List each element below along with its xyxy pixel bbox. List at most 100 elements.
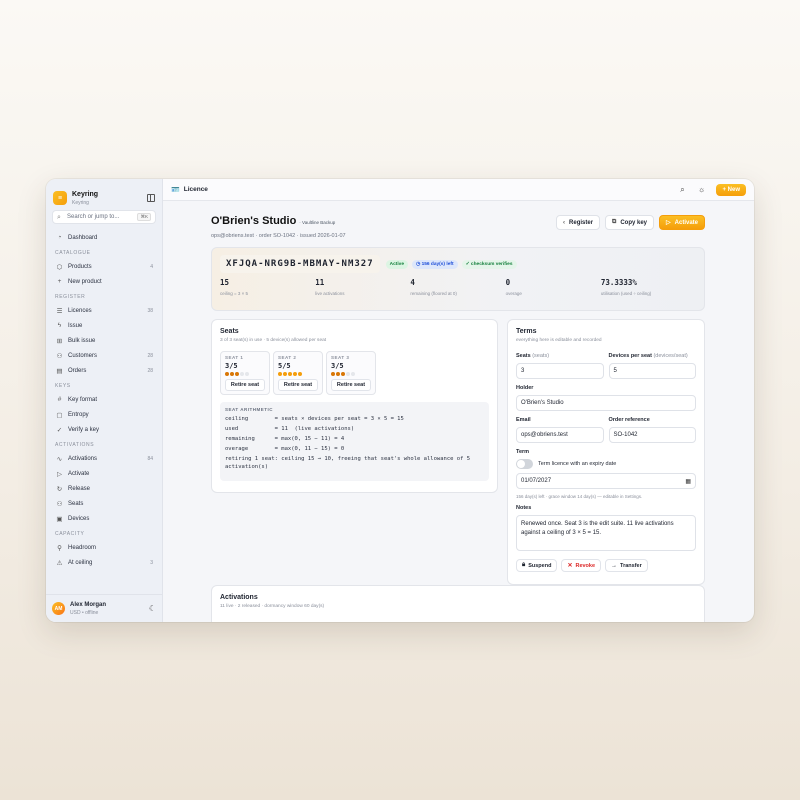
arith-line: activation(s): [225, 464, 269, 470]
user-profile[interactable]: AM Alex Morgan USD • offline ☾: [46, 594, 162, 622]
stat-value: 11: [315, 278, 325, 287]
term-toggle[interactable]: [516, 459, 533, 469]
sidebar-item-label: Release: [68, 485, 91, 492]
sidebar-item-orders[interactable]: ▤ Orders 28: [52, 363, 156, 378]
calendar-icon[interactable]: ▦: [685, 478, 691, 485]
seats-title: Seats: [220, 328, 239, 335]
stat: 15 ceiling = 3 × 5: [220, 278, 315, 296]
licence-key[interactable]: XFJQA-NRG9B-MBMAY-NM327: [220, 255, 380, 273]
page-subtitle: ops@obriens.test · order SO-1042 · issue…: [211, 233, 346, 239]
activations-card: Activations 11 live · 2 released · dorma…: [211, 585, 705, 622]
section-capacity: Capacity: [55, 531, 85, 537]
order-field[interactable]: SO-1042: [608, 427, 696, 443]
notes-field[interactable]: Renewed once. Seat 3 is the edit suite. …: [516, 515, 696, 551]
sidebar-item-dashboard[interactable]: ◔ Dashboard: [52, 230, 156, 245]
register-button[interactable]: ‹ Register: [556, 215, 601, 230]
search-icon[interactable]: ⌕: [675, 185, 689, 195]
arith-line: used = 11 (live activations): [225, 426, 355, 432]
stat-label: live activations: [315, 291, 345, 296]
usage-dot: [331, 372, 335, 376]
sidebar-item-label: Devices: [68, 515, 90, 522]
seat-usage-dots: [225, 372, 265, 376]
sidebar-item-headroom[interactable]: ⚲ Headroom: [52, 540, 156, 555]
sidebar-item-label: Key format: [68, 396, 98, 403]
sidebar-toggle-icon[interactable]: [147, 194, 155, 202]
section-register: Register: [55, 294, 86, 300]
theme-icon[interactable]: ☼: [694, 185, 708, 194]
section-keys: Keys: [55, 383, 71, 389]
usage-dot: [245, 372, 249, 376]
sidebar-item-products[interactable]: ⬡ Products 4: [52, 259, 156, 274]
retire-seat-button[interactable]: Retire seat: [225, 379, 265, 391]
sidebar-item-customers[interactable]: ⚇ Customers 28: [52, 348, 156, 363]
receipt-icon: ▤: [56, 367, 63, 375]
copy-key-button[interactable]: ⧉ Copy key: [605, 215, 655, 230]
sidebar-item-label: Entropy: [68, 411, 89, 418]
transfer-button[interactable]: → Transfer: [605, 559, 648, 572]
sidebar-item-activate[interactable]: ▷ Activate: [52, 466, 156, 481]
terms-title: Terms: [516, 328, 537, 335]
activate-button[interactable]: ▷ Activate: [659, 215, 705, 230]
cube-icon: ⬡: [56, 263, 63, 271]
sidebar-item-label: Licences: [68, 307, 92, 314]
list-icon: ☰: [56, 307, 63, 315]
holder-field[interactable]: O'Brien's Studio: [516, 395, 696, 411]
sidebar-item-seats[interactable]: ⚇ Seats: [52, 496, 156, 511]
stat-value: 4: [410, 278, 415, 287]
page-title: O'Brien's Studio · Vaultline Backup: [211, 215, 336, 227]
search-input[interactable]: ⌕ Search or jump to... ⌘K: [52, 210, 156, 224]
seat-label: SEAT 1: [225, 355, 244, 360]
sidebar-item-activations[interactable]: ∿ Activations 84: [52, 451, 156, 466]
sidebar-item-at-ceiling[interactable]: ⚠ At ceiling 3: [52, 555, 156, 570]
sidebar-item-bulk-issue[interactable]: ⊞ Bulk issue: [52, 333, 156, 348]
sidebar-item-issue[interactable]: ϟ Issue: [52, 318, 156, 333]
play-icon: ▷: [57, 470, 62, 478]
stats-row: 15 ceiling = 3 × 5 11 live activations 4 rema…: [220, 278, 696, 296]
seat-usage: 3/5: [331, 362, 344, 370]
expiry-date-field[interactable]: 01/07/2027 ▦: [516, 473, 696, 489]
revoke-button[interactable]: ✕ Revoke: [561, 559, 602, 572]
play-icon: ▷: [666, 220, 671, 226]
sidebar-item-key-format[interactable]: # Key format: [52, 392, 156, 407]
breadcrumb: Licence: [183, 186, 208, 193]
stat: 11 live activations: [315, 278, 410, 296]
seat-card: SEAT 2 5/5 Retire seat: [273, 351, 323, 395]
suspend-button[interactable]: 🔒︎ Suspend: [516, 559, 558, 572]
sidebar-item-verify-a-key[interactable]: ✓ Verify a key: [52, 422, 156, 437]
term-toggle-label: Term licence with an expiry date: [538, 461, 617, 467]
usage-dot: [283, 372, 287, 376]
search-icon: ⌕: [57, 213, 61, 221]
sidebar-item-release[interactable]: ↻ Release: [52, 481, 156, 496]
sidebar-item-new-product[interactable]: + New product: [52, 274, 156, 289]
email-field[interactable]: ops@obriens.test: [516, 427, 604, 443]
lock-icon: 🔒︎: [522, 562, 526, 568]
usage-dot: [298, 372, 302, 376]
seats-field[interactable]: 3: [516, 363, 604, 379]
sidebar-item-label: New product: [68, 278, 102, 285]
usage-dot: [293, 372, 297, 376]
usage-dot: [240, 372, 244, 376]
sidebar-item-label: Headroom: [68, 544, 97, 551]
close-icon: ✕: [567, 563, 573, 569]
avatar: AM: [52, 602, 65, 615]
user-name: Alex Morgan: [70, 601, 107, 608]
retire-seat-button[interactable]: Retire seat: [278, 379, 318, 391]
stat: 0 overage: [506, 278, 601, 296]
days-left-badge: ◷ 156 day(s) left: [412, 259, 458, 269]
new-button[interactable]: + New: [716, 183, 746, 196]
seat-card: SEAT 3 3/5 Retire seat: [326, 351, 376, 395]
devices-field[interactable]: 5: [608, 363, 696, 379]
usage-dot: [336, 372, 340, 376]
sidebar-item-entropy[interactable]: ▢ Entropy: [52, 407, 156, 422]
sidebar-item-label: Verify a key: [68, 426, 100, 433]
sidebar-item-licences[interactable]: ☰ Licences 38: [52, 303, 156, 318]
main-area: 🪪 Licence ⌕ ☼ + New O'Brien's Studio · Va…: [163, 179, 754, 622]
copy-icon: ⧉: [612, 219, 617, 225]
retire-seat-button[interactable]: Retire seat: [331, 379, 371, 391]
usage-dot: [278, 372, 282, 376]
moon-icon[interactable]: ☾: [149, 604, 156, 613]
sidebar-item-devices[interactable]: ▣ Devices: [52, 511, 156, 526]
sidebar-item-count: 4: [150, 263, 153, 270]
arith-line: remaining = max(0, 15 − 11) = 4: [225, 436, 345, 442]
stat-label: utilisation (used ÷ ceiling): [600, 291, 652, 296]
